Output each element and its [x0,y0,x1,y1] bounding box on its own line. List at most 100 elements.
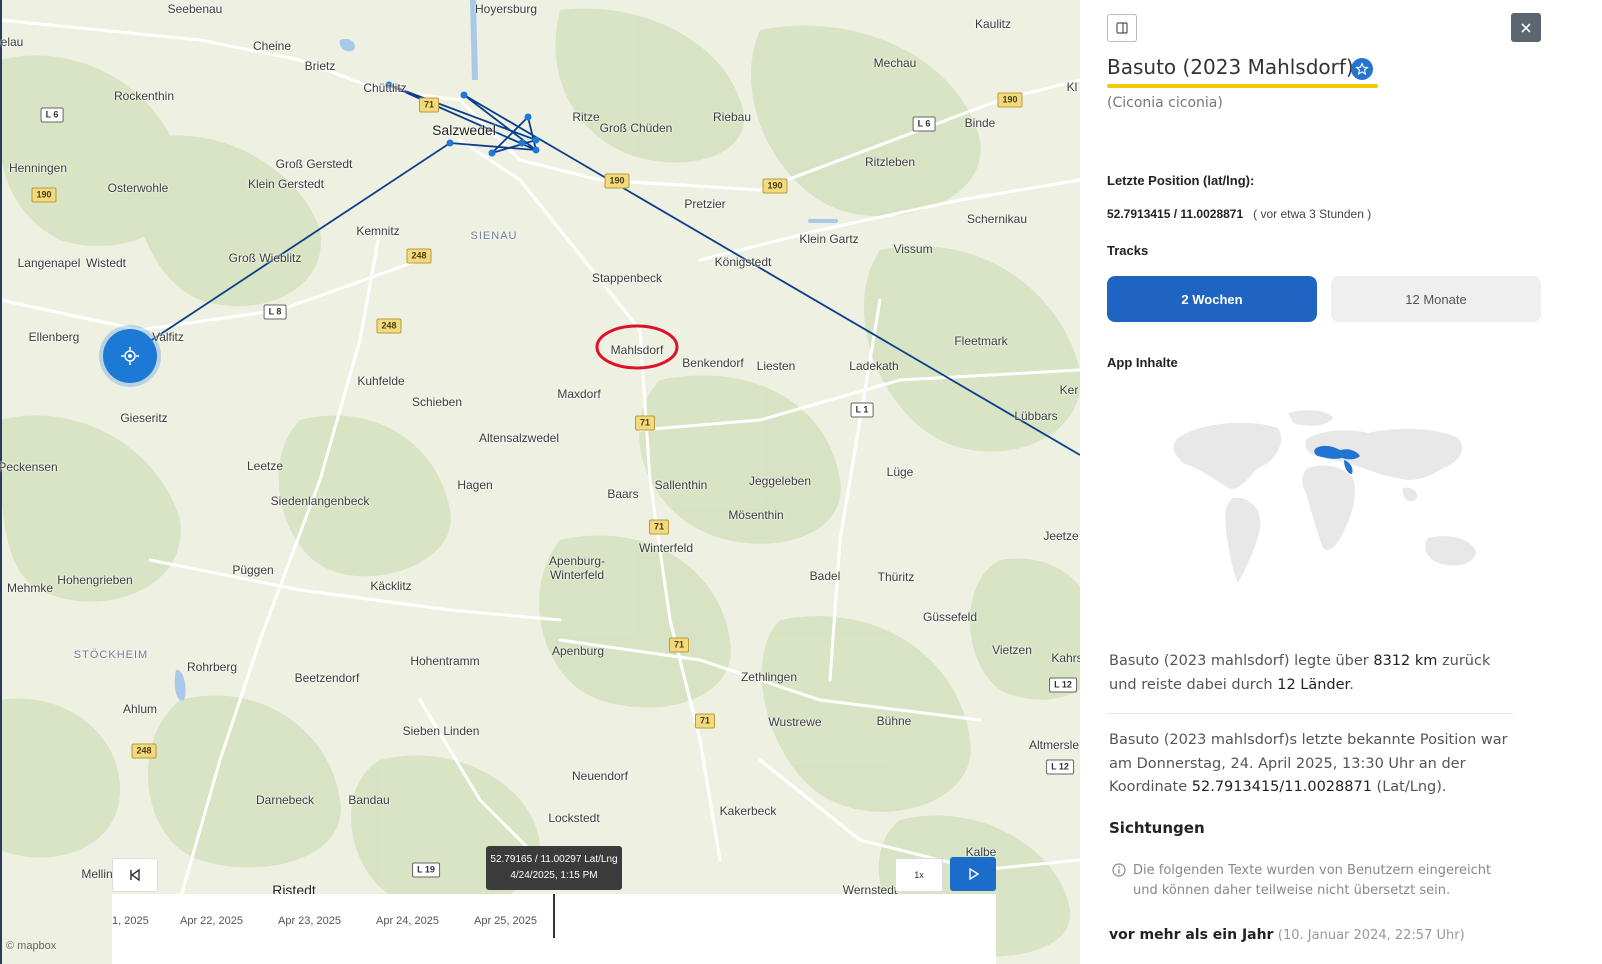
map-place-label: Bandau [348,793,390,807]
map-place-label: Rockenthin [113,89,175,103]
map-place-label: Hohengrieben [57,573,133,587]
map-place-label: Seebenau [167,2,223,16]
map-place-label: Schieben [411,395,463,409]
skip-to-start-button[interactable] [112,858,158,892]
road-shield: 190 [604,173,630,189]
map-place-label: Binde [964,116,996,130]
map-attribution: © mapbox [6,940,57,952]
map-place-label: Hoyersburg [474,2,538,16]
road-shield: 71 [694,713,716,729]
tab-12-months[interactable]: 12 Monate [1331,276,1541,322]
map-place-label: Lüge [886,465,914,479]
map-place-label: Mellin [81,867,113,881]
speed-button[interactable]: 1x [895,858,943,892]
animal-name: Basuto (2023 Mahlsdorf) [1107,55,1354,79]
summary-position: Basuto (2023 mahlsdorf)s letzte bekannte… [1109,729,1519,800]
timeline[interactable]: 1, 2025 Apr 22, 2025 Apr 23, 2025 Apr 24… [112,894,996,964]
map-place-label: Beetzendorf [294,671,360,685]
play-button[interactable] [950,857,996,891]
map-place-label: Schernikau [966,212,1028,226]
map-place-label: Vietzen [992,643,1032,657]
timeline-cursor[interactable] [553,894,555,938]
road-shield: L 1 [850,402,874,418]
map-place-label: Stappenbeck [591,271,663,285]
map-place-label: Baars [607,487,639,501]
info-icon [1112,863,1126,877]
distance-value: 8312 km [1373,653,1438,669]
map-place-label: Gieseritz [120,411,168,425]
map-place-label: Kaulitz [974,17,1012,31]
tooltip-time: 4/24/2025, 1:15 PM [510,870,598,881]
timeline-label: 1, 2025 [112,915,149,927]
map-place-label: Püggen [232,563,274,577]
map-place-label: elau [0,35,24,49]
map-place-label: Osterwohle [107,181,169,195]
map-place-label: Jeetze [1043,529,1079,543]
map-place-label: Salzwedel [432,122,496,138]
map-place-label: Hagen [457,478,493,492]
map-place-label: Liesten [756,359,796,373]
summary-distance: Basuto (2023 mahlsdorf) legte über 8312 … [1109,650,1519,697]
tracks-label: Tracks [1107,243,1149,258]
map-view[interactable]: Seebenau Hoyersburg Kaulitz elau Cheine Briet… [0,0,1110,964]
divider [1108,713,1513,714]
tab-2-weeks[interactable]: 2 Wochen [1107,276,1317,322]
map-place-label: Langenapel [17,256,81,270]
map-place-label: Kemnitz [356,224,400,238]
map-place-label: Ritze [572,110,600,124]
map-place-label: Altmersle [1028,738,1080,752]
map-place-label: Mahlsdorf [610,343,664,357]
road-shield: 248 [131,743,157,759]
timeline-label: Apr 23, 2025 [278,915,341,927]
summary-text: Basuto (2023 mahlsdorf) legte über [1109,653,1374,669]
close-icon [1521,22,1531,33]
crosshair-icon [121,347,139,365]
map-place-label: Brietz [304,59,336,73]
map-place-label: Henningen [8,161,68,175]
road-shield: 71 [634,415,656,431]
play-icon [969,868,979,880]
map-place-label: Ladekath [849,359,899,373]
summary-text: . [1349,676,1354,693]
map-place-label: Chüttlitz [363,81,407,95]
map-place-label: Valfitz [152,330,184,344]
favorite-star-icon[interactable] [1351,58,1373,80]
map-place-label: Mösenthin [728,508,784,522]
detail-panel: Basuto (2023 Mahlsdorf) (Ciconia ciconia… [1080,0,1602,964]
current-position-marker[interactable] [103,329,157,383]
collapse-panel-button[interactable] [1107,14,1137,42]
map-place-label: Zethlingen [740,670,798,684]
map-place-label: Ahlum [122,702,158,716]
map-place-label: Vissum [893,242,933,256]
map-place-label: Winterfeld [549,568,605,582]
road-shield: L 19 [412,862,440,878]
map-place-label: Ker [1059,383,1079,397]
map-place-label: Thüritz [877,570,915,584]
close-button[interactable] [1511,13,1541,42]
map-place-label: Darnebeck [255,793,315,807]
map-place-label: Winterfeld [638,541,694,555]
tooltip-coords: 52.79165 / 11.00297 Lat/Lng [490,854,618,865]
map-place-label: Königstedt [714,255,772,269]
map-place-label: Maxdorf [557,387,601,401]
skip-back-icon [130,868,140,882]
map-place-label: Ritzleben [864,155,916,169]
timeline-label: Apr 22, 2025 [180,915,243,927]
sighting-entry: vor mehr als ein Jahr (10. Januar 2024, … [1109,927,1465,943]
map-place-label: Käcklitz [370,579,412,593]
road-shield: L 6 [912,116,936,132]
countries-value: 12 Länder [1277,676,1350,693]
map-place-label: Kuhfelde [357,374,405,388]
map-place-label: Kl [1066,80,1078,94]
map-place-label: Riebau [712,110,752,124]
map-place-label: Hohentramm [410,654,480,668]
species-name: (Ciconia ciconia) [1107,95,1223,111]
road-shield: L 6 [40,107,64,123]
road-shield: 190 [762,178,788,194]
map-place-label: Siedenlangenbeck [270,494,370,508]
map-place-label: Peckensen [0,460,58,474]
coordinate-value: 52.7913415/11.0028871 [1191,779,1372,795]
road-shield: 71 [648,519,670,535]
map-place-label: Klein Gerstedt [247,177,325,191]
map-place-label: Ellenberg [28,330,80,344]
